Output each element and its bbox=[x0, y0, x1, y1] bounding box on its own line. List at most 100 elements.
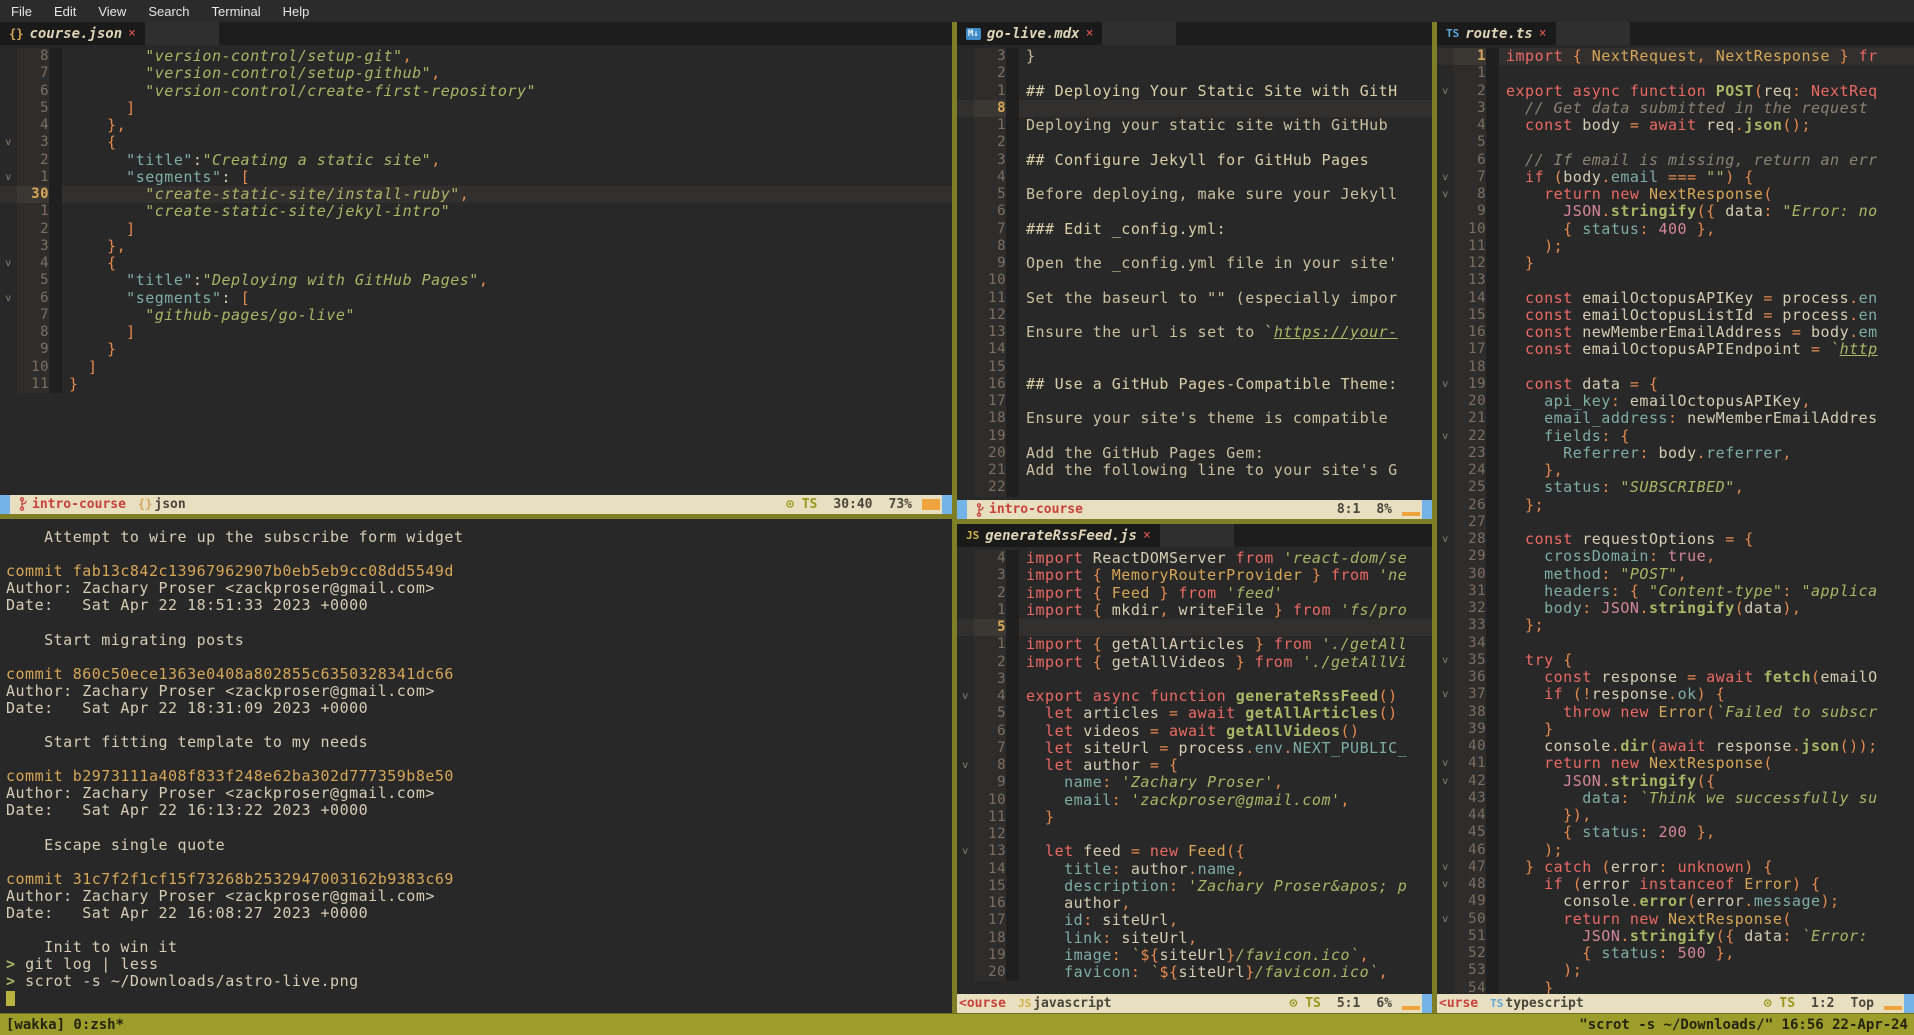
code-line: 1 bbox=[1437, 65, 1914, 82]
fold-column bbox=[957, 324, 974, 341]
sign-column bbox=[49, 221, 62, 238]
close-icon[interactable]: × bbox=[1143, 528, 1151, 543]
menu-item-terminal[interactable]: Terminal bbox=[201, 0, 272, 22]
line-number: 9 bbox=[1454, 203, 1486, 220]
code-text: import { NextRequest, NextResponse } fr bbox=[1499, 48, 1878, 65]
line-number: 34 bbox=[1454, 635, 1486, 652]
fold-column bbox=[0, 203, 17, 220]
sign-column bbox=[1006, 203, 1019, 220]
scroll-percent: Top bbox=[1851, 996, 1874, 1011]
line-number: 2 bbox=[974, 65, 1006, 82]
terminal-cursor bbox=[6, 991, 15, 1006]
fold-open-icon[interactable]: v bbox=[0, 290, 17, 307]
fold-open-icon[interactable]: v bbox=[1437, 755, 1454, 772]
fold-open-icon[interactable]: v bbox=[1437, 686, 1454, 703]
code-line: 15 const emailOctopusListId = process.en bbox=[1437, 307, 1914, 324]
close-icon[interactable]: × bbox=[1539, 26, 1547, 41]
fold-open-icon[interactable]: v bbox=[957, 688, 974, 705]
code-area-route-ts[interactable]: 1import { NextRequest, NextResponse } fr… bbox=[1437, 45, 1914, 994]
fold-column bbox=[957, 619, 974, 636]
line-number: 5 bbox=[974, 619, 1006, 636]
sign-column bbox=[1486, 169, 1499, 186]
fold-column bbox=[1437, 462, 1454, 479]
code-text: return new NextResponse( bbox=[1499, 186, 1773, 203]
code-text bbox=[1019, 359, 1026, 376]
sign-column bbox=[1486, 65, 1499, 82]
code-area-generate-rss-feed-js[interactable]: 4import ReactDOMServer from 'react-dom/s… bbox=[957, 547, 1432, 994]
close-icon[interactable]: × bbox=[1086, 26, 1094, 41]
fold-open-icon[interactable]: v bbox=[1437, 83, 1454, 100]
tab-route-ts[interactable]: TS route.ts × bbox=[1437, 22, 1556, 45]
fold-open-icon[interactable]: v bbox=[1437, 376, 1454, 393]
fold-open-icon[interactable]: v bbox=[957, 757, 974, 774]
close-icon[interactable]: × bbox=[128, 26, 136, 41]
line-number: 19 bbox=[974, 947, 1006, 964]
fold-open-icon[interactable]: v bbox=[1437, 859, 1454, 876]
code-text: import { MemoryRouterProvider } from 'ne bbox=[1019, 567, 1407, 584]
sign-column bbox=[1486, 255, 1499, 272]
menu-item-help[interactable]: Help bbox=[272, 0, 321, 22]
fold-column bbox=[957, 359, 974, 376]
fold-open-icon[interactable]: v bbox=[0, 134, 17, 151]
sign-column bbox=[1006, 878, 1019, 895]
menu-item-edit[interactable]: Edit bbox=[43, 0, 87, 22]
code-text: name: 'Zachary Proser', bbox=[1019, 774, 1283, 791]
fold-open-icon[interactable]: v bbox=[0, 255, 17, 272]
fold-open-icon[interactable]: v bbox=[1437, 169, 1454, 186]
line-number: 30 bbox=[17, 186, 49, 203]
fold-open-icon[interactable]: v bbox=[1437, 876, 1454, 893]
line-number: 7 bbox=[1454, 169, 1486, 186]
fold-open-icon[interactable]: v bbox=[0, 169, 17, 186]
sign-column bbox=[1486, 514, 1499, 531]
sign-column bbox=[1486, 497, 1499, 514]
tab-label: route.ts bbox=[1465, 26, 1532, 42]
shell-prompt-icon: > bbox=[6, 972, 25, 990]
sign-column bbox=[1486, 548, 1499, 565]
code-text bbox=[1019, 826, 1026, 843]
line-number: 12 bbox=[974, 826, 1006, 843]
tab-course-json[interactable]: {} course.json × bbox=[0, 22, 145, 45]
fold-column bbox=[0, 186, 17, 203]
pane-terminal-gitlog[interactable]: Attempt to wire up the subscribe form wi… bbox=[0, 519, 952, 1013]
code-text: ] bbox=[62, 324, 136, 341]
code-line: 6 "version-control/create-first-reposito… bbox=[0, 83, 952, 100]
sign-column bbox=[1006, 117, 1019, 134]
tab-go-live-mdx[interactable]: M↓ go-live.mdx × bbox=[957, 22, 1102, 45]
code-line: v47 } catch (error: unknown) { bbox=[1437, 859, 1914, 876]
fold-open-icon[interactable]: v bbox=[1437, 186, 1454, 203]
fold-open-icon[interactable]: v bbox=[1437, 911, 1454, 928]
sign-column bbox=[1486, 583, 1499, 600]
line-number: 6 bbox=[974, 723, 1006, 740]
sign-column bbox=[1006, 376, 1019, 393]
menu-item-search[interactable]: Search bbox=[137, 0, 200, 22]
code-text: "create-static-site/jekyl-intro" bbox=[62, 203, 450, 220]
code-text: if (error instanceof Error) { bbox=[1499, 876, 1821, 893]
fold-open-icon[interactable]: v bbox=[1437, 773, 1454, 790]
tab-generate-rss-feed-js[interactable]: JS generateRssFeed.js × bbox=[957, 524, 1160, 547]
scroll-percent: 73% bbox=[889, 497, 912, 512]
code-area-course-json[interactable]: 8 "version-control/setup-git",7 "version… bbox=[0, 45, 952, 495]
code-line: 20Add the GitHub Pages Gem: bbox=[957, 445, 1432, 462]
fold-open-icon[interactable]: v bbox=[1437, 531, 1454, 548]
pane-course-json: {} course.json × 8 "version-control/setu… bbox=[0, 22, 952, 514]
menu-item-file[interactable]: File bbox=[0, 0, 43, 22]
sign-column bbox=[49, 48, 62, 65]
fold-column bbox=[1437, 100, 1454, 117]
line-number: 21 bbox=[1454, 410, 1486, 427]
fold-column bbox=[1437, 738, 1454, 755]
sign-column bbox=[1006, 723, 1019, 740]
line-number: 12 bbox=[1454, 255, 1486, 272]
fold-column bbox=[1437, 445, 1454, 462]
line-number: 44 bbox=[1454, 807, 1486, 824]
code-text: ); bbox=[1499, 962, 1582, 979]
fold-open-icon[interactable]: v bbox=[1437, 652, 1454, 669]
code-text: ## Configure Jekyll for GitHub Pages bbox=[1019, 152, 1369, 169]
code-text: import ReactDOMServer from 'react-dom/se bbox=[1019, 550, 1407, 567]
fold-open-icon[interactable]: v bbox=[957, 843, 974, 860]
menu-item-view[interactable]: View bbox=[87, 0, 137, 22]
fold-open-icon[interactable]: v bbox=[1437, 428, 1454, 445]
code-line: 14 bbox=[957, 341, 1432, 358]
code-area-go-live-mdx[interactable]: 3}21## Deploying Your Static Site with G… bbox=[957, 45, 1432, 500]
code-line: 1Deploying your static site with GitHub bbox=[957, 117, 1432, 134]
sign-column bbox=[1486, 893, 1499, 910]
